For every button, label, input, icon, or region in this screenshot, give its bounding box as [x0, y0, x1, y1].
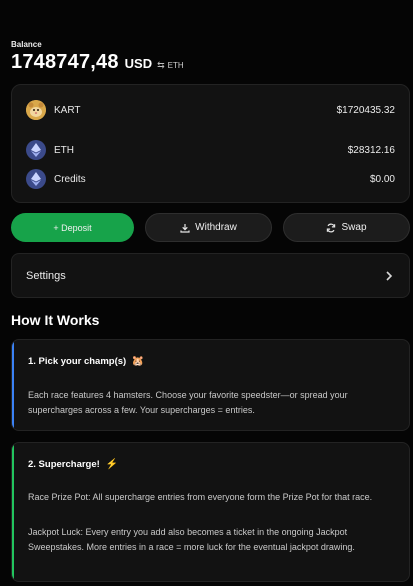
withdraw-label: Withdraw	[195, 222, 237, 233]
swap-label: Swap	[341, 222, 367, 233]
settings-label: Settings	[26, 270, 66, 282]
alt-currency-toggle[interactable]: ETH	[168, 61, 184, 70]
asset-name: ETH	[54, 144, 74, 156]
balance-value: 1748747,48	[11, 51, 119, 73]
asset-row-kart[interactable]: KART $1720435.32	[12, 98, 409, 122]
how-it-works-title: How It Works	[11, 312, 100, 328]
asset-amount: $28312.16	[347, 144, 395, 156]
step-text: Each race features 4 hamsters. Choose yo…	[28, 390, 348, 415]
asset-amount: $1720435.32	[336, 104, 395, 116]
chevron-right-icon	[385, 269, 393, 287]
download-icon	[180, 223, 190, 233]
balance-label: Balance	[11, 40, 42, 49]
settings-row[interactable]: Settings	[11, 253, 410, 298]
asset-name: KART	[54, 104, 81, 116]
balance-display: 1748747,48 USD ⇆ ETH	[11, 51, 184, 74]
refresh-icon	[326, 223, 336, 233]
deposit-button[interactable]: + Deposit	[11, 213, 134, 242]
lightning-icon: ⚡	[105, 459, 118, 470]
ethereum-icon	[26, 140, 46, 160]
swap-button[interactable]: Swap	[283, 213, 410, 242]
assets-card: KART $1720435.32 ETH $28312.16 Credits $…	[11, 84, 410, 203]
deposit-label: + Deposit	[53, 222, 92, 233]
asset-row-eth[interactable]: ETH $28312.16	[12, 138, 409, 162]
step-text: Race Prize Pot: All supercharge entries …	[28, 492, 373, 502]
withdraw-button[interactable]: Withdraw	[145, 213, 272, 242]
kart-hamster-icon	[26, 100, 46, 120]
step-accent-bar	[12, 340, 14, 430]
asset-amount: $0.00	[369, 173, 395, 185]
step-title: 2. Supercharge! ⚡	[28, 459, 118, 470]
step-card: 1. Pick your champ(s) 🐹 Each race featur…	[11, 339, 410, 431]
balance-currency: USD	[124, 56, 153, 71]
currency-swap-icon[interactable]: ⇆	[157, 60, 165, 71]
step-accent-bar	[12, 443, 14, 581]
step-title-text: 1. Pick your champ(s)	[28, 356, 127, 367]
step-card: 2. Supercharge! ⚡ Race Prize Pot: All su…	[11, 442, 410, 582]
step-title: 1. Pick your champ(s) 🐹	[28, 356, 144, 367]
asset-name: Credits	[54, 173, 86, 185]
hamster-icon: 🐹	[131, 356, 145, 367]
step-title-text: 2. Supercharge!	[28, 459, 100, 470]
step-text: Jackpot Luck: Every entry you add also b…	[28, 527, 355, 552]
asset-row-credits[interactable]: Credits $0.00	[12, 167, 409, 191]
ethereum-icon	[26, 169, 46, 189]
